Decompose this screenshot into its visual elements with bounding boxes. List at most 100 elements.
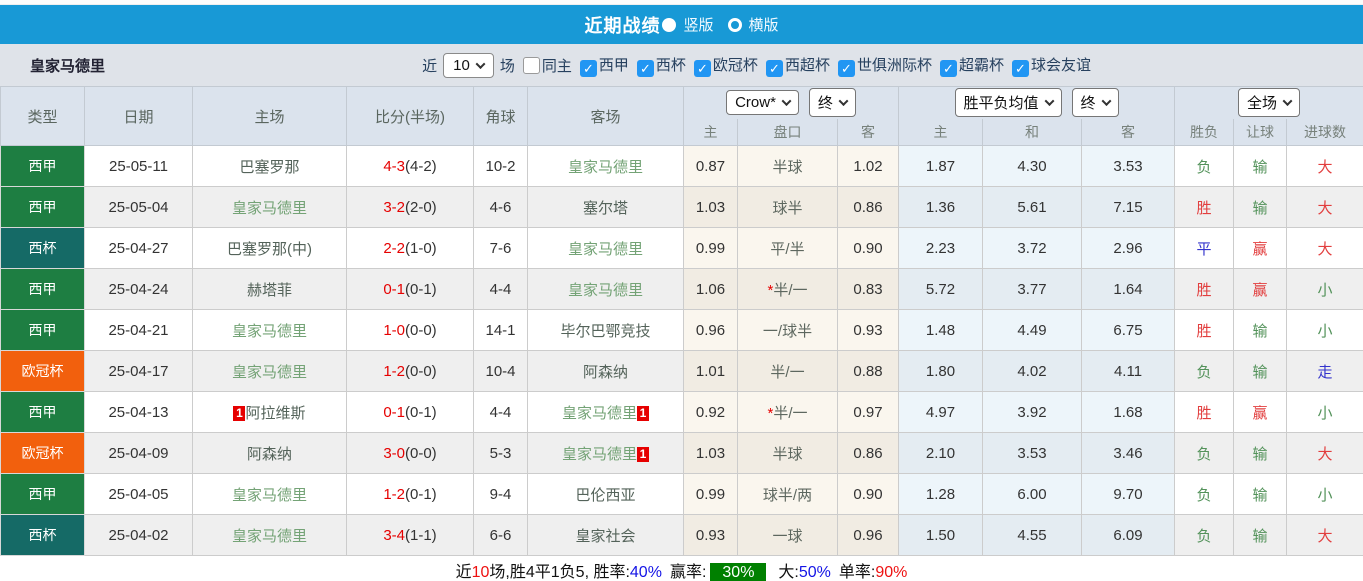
- handicap-away-odds: 0.97: [836, 391, 900, 433]
- handicap-home-odds: 0.96: [683, 309, 738, 351]
- sub-header-result: 胜负: [1174, 118, 1235, 146]
- chevron-down-icon: [1101, 96, 1111, 107]
- corner-cell: 9-4: [473, 473, 528, 515]
- competition-badge: 西杯: [0, 227, 85, 269]
- handicap-line: 半/一: [773, 404, 808, 422]
- sub-header-draw: 和: [982, 118, 1083, 146]
- sub-header-win: 主: [898, 118, 984, 146]
- checkbox-checked-icon[interactable]: ✓: [693, 59, 711, 77]
- checkbox-checked-icon[interactable]: ✓: [939, 59, 957, 77]
- summary-big-rate: 50%: [798, 564, 831, 581]
- away-team-link[interactable]: 塞尔塔: [583, 200, 628, 217]
- result-cell: 负: [1174, 145, 1235, 187]
- handicap-home-odds: 1.03: [683, 186, 738, 228]
- checkbox-checked-icon[interactable]: ✓: [636, 59, 654, 77]
- match-date: 25-04-17: [84, 350, 193, 392]
- halftime-score: (4-2): [405, 157, 437, 175]
- lose-odds: 6.75: [1081, 309, 1176, 351]
- checkbox-checked-icon[interactable]: ✓: [837, 59, 855, 77]
- checkbox-checked-icon[interactable]: ✓: [765, 59, 783, 77]
- handicap-home-odds: 1.01: [683, 350, 738, 392]
- handicap-line-cell: 球半/两: [737, 473, 838, 515]
- corner-cell: 4-4: [473, 268, 528, 310]
- home-team-cell: 1 阿拉维斯: [192, 391, 347, 433]
- odds-state-select[interactable]: 终: [808, 88, 856, 118]
- checkbox-checked-icon[interactable]: ✓: [1011, 59, 1029, 77]
- horizontal-radio-label[interactable]: 横版: [749, 14, 779, 35]
- sub-header-goals-result: 进球数: [1286, 118, 1363, 146]
- away-team-link[interactable]: 皇家社会: [575, 528, 635, 545]
- home-team-link[interactable]: 赫塔菲: [247, 282, 292, 299]
- handicap-away-odds: 0.90: [836, 227, 900, 269]
- win-odds: 1.28: [898, 473, 984, 515]
- col-header-home: 主场: [192, 86, 347, 146]
- table-row: 西甲 25-04-13 1 阿拉维斯 0-1(0-1) 4-4 皇家马德里 1 0.…: [0, 391, 1363, 433]
- handicap-result-cell: 赢: [1233, 391, 1288, 433]
- wdl-average-select[interactable]: 胜平负均值: [954, 88, 1062, 118]
- competition-checkbox[interactable]: ✓ 世俱洲际杯: [830, 57, 932, 77]
- match-date: 25-04-21: [84, 309, 193, 351]
- horizontal-radio[interactable]: [727, 17, 742, 32]
- filter-bar: 皇家马德里 近 10 场 同主 ✓ 西甲 ✓ 西杯 ✓ 欧冠杯 ✓ 西超杯 ✓ 世俱洲际杯 ✓ 超霸杯…: [0, 44, 1363, 86]
- home-team-link[interactable]: 皇家马德里: [232, 528, 307, 545]
- score-cell: 3-4(1-1): [346, 514, 474, 556]
- goals-result-cell: 大: [1286, 145, 1363, 187]
- draw-odds: 3.53: [982, 432, 1083, 474]
- summary-single-label: 单率:: [838, 564, 876, 581]
- away-team-link[interactable]: 皇家马德里: [562, 405, 637, 422]
- away-team-link[interactable]: 皇家马德里: [568, 159, 643, 176]
- match-result: 胜: [1196, 404, 1212, 422]
- away-team-link[interactable]: 毕尔巴鄂竞技: [560, 323, 650, 340]
- vertical-radio-label[interactable]: 竖版: [683, 14, 713, 35]
- match-date: 25-05-04: [84, 186, 193, 228]
- home-team-link[interactable]: 皇家马德里: [232, 487, 307, 504]
- home-team-link[interactable]: 皇家马德里: [232, 323, 307, 340]
- home-team-link[interactable]: 皇家马德里: [232, 364, 307, 381]
- goals-result: 小: [1317, 322, 1333, 340]
- competition-badge: 欧冠杯: [0, 350, 85, 392]
- score-cell: 1-2(0-0): [346, 350, 474, 392]
- competition-checkbox[interactable]: ✓ 超霸杯: [932, 57, 1004, 77]
- fulltime-select[interactable]: 全场: [1238, 88, 1301, 118]
- vertical-radio[interactable]: [662, 17, 677, 32]
- goals-result: 小: [1317, 486, 1333, 504]
- lose-odds: 7.15: [1081, 186, 1176, 228]
- lose-odds: 1.68: [1081, 391, 1176, 433]
- home-team-link[interactable]: 阿拉维斯: [245, 405, 305, 422]
- competition-checkbox[interactable]: ✓ 球会友谊: [1004, 57, 1091, 77]
- competition-checkbox[interactable]: ✓ 西甲: [572, 57, 629, 77]
- checkbox-unchecked-icon[interactable]: [522, 56, 540, 74]
- match-result: 负: [1196, 363, 1212, 381]
- home-team-link[interactable]: 阿森纳: [247, 446, 292, 463]
- away-team-link[interactable]: 皇家马德里: [568, 241, 643, 258]
- away-team-link[interactable]: 皇家马德里: [562, 446, 637, 463]
- summary-profit-rate: 30%: [710, 563, 767, 581]
- match-date: 25-04-09: [84, 432, 193, 474]
- score-cell: 1-2(0-1): [346, 473, 474, 515]
- score-cell: 3-0(0-0): [346, 432, 474, 474]
- away-team-link[interactable]: 巴伦西亚: [575, 487, 635, 504]
- away-team-link[interactable]: 阿森纳: [583, 364, 628, 381]
- same-home-checkbox[interactable]: 同主: [515, 55, 572, 76]
- table-row: 西甲 25-04-24 赫塔菲 0-1(0-1) 4-4 皇家马德里 1.06 …: [0, 268, 1363, 310]
- away-team-link[interactable]: 皇家马德里: [568, 282, 643, 299]
- competition-checkbox[interactable]: ✓ 西超杯: [758, 57, 830, 77]
- match-result: 负: [1196, 527, 1212, 545]
- score-cell: 0-1(0-1): [346, 268, 474, 310]
- halftime-score: (0-0): [405, 321, 437, 339]
- home-team-link[interactable]: 巴塞罗那: [239, 159, 299, 176]
- home-team-link[interactable]: 巴塞罗那(中): [227, 241, 312, 258]
- home-team-link[interactable]: 皇家马德里: [232, 200, 307, 217]
- draw-odds: 4.55: [982, 514, 1083, 556]
- competition-checkbox[interactable]: ✓ 欧冠杯: [686, 57, 758, 77]
- odds-company-select[interactable]: Crow*: [726, 90, 799, 116]
- competition-badge: 西甲: [0, 268, 85, 310]
- draw-odds: 4.30: [982, 145, 1083, 187]
- fulltime-score: 1-2: [383, 485, 405, 503]
- draw-odds: 6.00: [982, 473, 1083, 515]
- competition-checkbox[interactable]: ✓ 西杯: [629, 57, 686, 77]
- match-count-select[interactable]: 10: [443, 52, 494, 78]
- wdl-state-select[interactable]: 终: [1071, 88, 1119, 118]
- score-cell: 1-0(0-0): [346, 309, 474, 351]
- checkbox-checked-icon[interactable]: ✓: [579, 59, 597, 77]
